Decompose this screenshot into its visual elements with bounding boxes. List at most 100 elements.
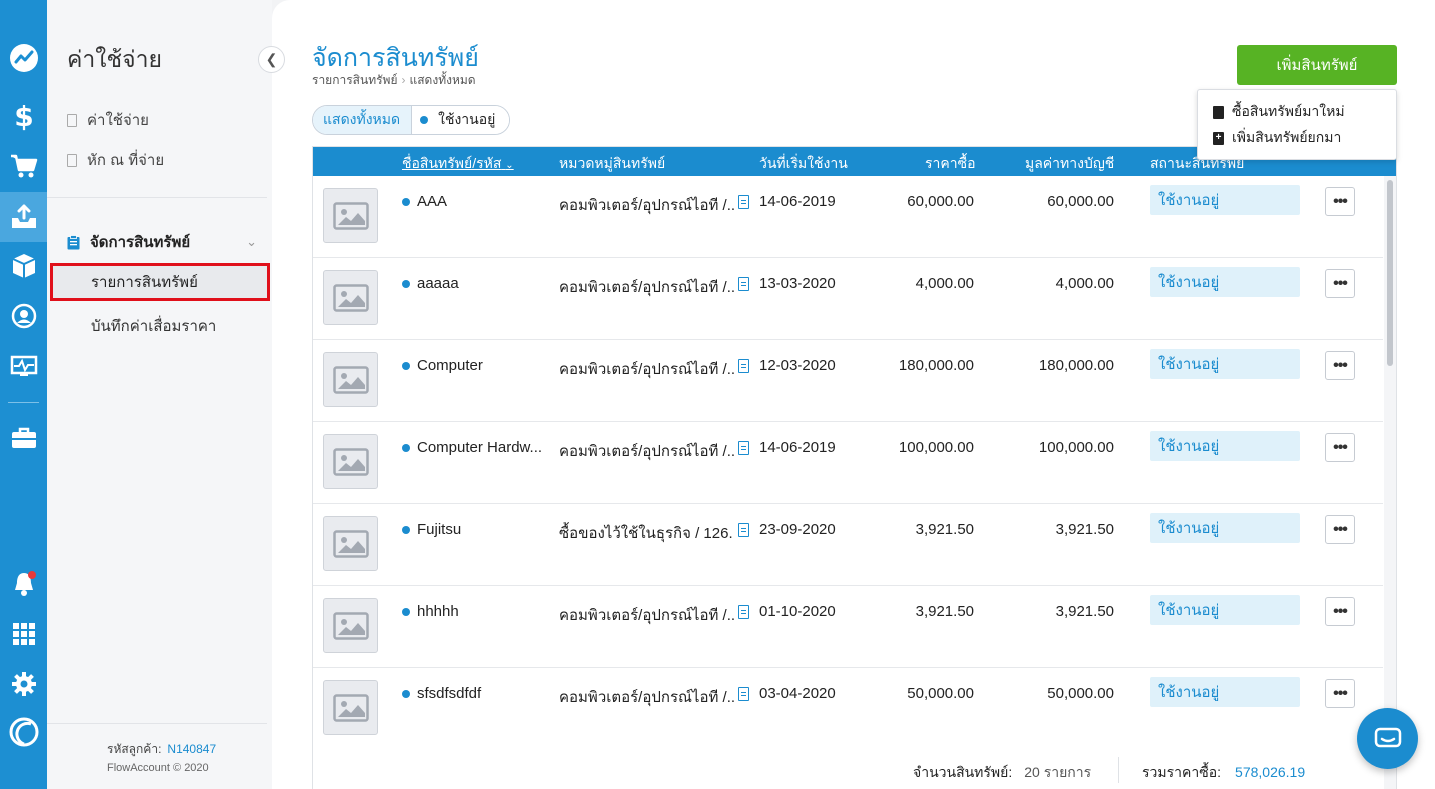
copyright: FlowAccount © 2020 — [107, 762, 209, 774]
asset-category: คอมพิวเตอร์/อุปกรณ์ไอที /... — [559, 197, 734, 214]
start-date: 14-06-2019 — [759, 193, 836, 210]
tray-upload-icon[interactable] — [0, 192, 47, 242]
column-header-price: ราคาซื้อ — [925, 155, 976, 171]
total-price: รวมราคาซื้อ: 578,026.19 — [1142, 762, 1305, 784]
document-icon — [67, 113, 77, 127]
asset-name[interactable]: Computer — [402, 357, 483, 374]
asset-name[interactable]: sfsdfsdfdf — [402, 685, 481, 702]
book-value: 4,000.00 — [1055, 275, 1114, 292]
menu-item-add-carried-asset[interactable]: + เพิ่มสินทรัพย์ยกมา — [1198, 125, 1396, 151]
more-actions-button[interactable]: ••• — [1325, 187, 1355, 216]
status-filter: แสดงทั้งหมด ใช้งานอยู่ — [312, 105, 511, 135]
flowaccount-logo-icon[interactable] — [0, 707, 47, 757]
filter-all[interactable]: แสดงทั้งหมด — [313, 106, 413, 134]
filter-active[interactable]: ใช้งานอยู่ — [412, 106, 510, 134]
scrollbar-thumb[interactable] — [1387, 180, 1393, 366]
icon-rail: $ — [0, 0, 47, 789]
gear-icon[interactable] — [0, 659, 47, 709]
ellipsis-icon: ••• — [1333, 192, 1348, 210]
table-row[interactable]: sfsdfsdfdf คอมพิวเตอร์/อุปกรณ์ไอที /... 03… — [313, 668, 1383, 750]
asset-name-text: Computer — [417, 357, 483, 374]
asset-name-text: hhhhh — [417, 603, 459, 620]
menu-item-label: เพิ่มสินทรัพย์ยกมา — [1232, 129, 1342, 145]
sidebar-link-withholding[interactable]: หัก ณ ที่จ่าย — [67, 148, 164, 172]
column-header-name[interactable]: ชื่อสินทรัพย์/รหัส ⌄ — [402, 153, 514, 175]
asset-name-text: Computer Hardw... — [417, 439, 543, 456]
document-icon — [1213, 105, 1224, 119]
chevron-down-icon: ⌄ — [246, 234, 257, 249]
pulse-monitor-icon[interactable] — [0, 341, 47, 391]
document-icon[interactable] — [738, 359, 749, 373]
ellipsis-icon: ••• — [1333, 356, 1348, 374]
sidebar-item-asset-list[interactable]: รายการสินทรัพย์ — [50, 263, 270, 301]
more-actions-button[interactable]: ••• — [1325, 269, 1355, 298]
asset-name[interactable]: Fujitsu — [402, 521, 461, 538]
status-dot — [402, 361, 410, 370]
table-row[interactable]: Computer Hardw... คอมพิวเตอร์/อุปกรณ์ไอที… — [313, 422, 1383, 504]
asset-name[interactable]: Computer Hardw... — [402, 439, 542, 456]
image-placeholder-icon — [323, 270, 378, 325]
start-date: 14-06-2019 — [759, 439, 836, 456]
table-row[interactable]: aaaaa คอมพิวเตอร์/อุปกรณ์ไอที /... 13-03-2… — [313, 258, 1383, 340]
briefcase-icon[interactable] — [0, 413, 47, 463]
filter-active-label: ใช้งานอยู่ — [438, 111, 496, 127]
cart-icon[interactable] — [0, 141, 47, 191]
more-actions-button[interactable]: ••• — [1325, 351, 1355, 380]
contact-icon[interactable] — [0, 291, 47, 341]
sidebar-link-expense[interactable]: ค่าใช้จ่าย — [67, 108, 149, 132]
status-badge: ใช้งานอยู่ — [1150, 513, 1300, 543]
total-price-label: รวมราคาซื้อ: — [1142, 764, 1222, 780]
document-icon[interactable] — [738, 605, 749, 619]
bell-icon[interactable] — [0, 559, 47, 609]
more-actions-button[interactable]: ••• — [1325, 597, 1355, 626]
asset-category: คอมพิวเตอร์/อุปกรณ์ไอที /... — [559, 443, 734, 460]
asset-name[interactable]: hhhhh — [402, 603, 459, 620]
document-icon[interactable] — [738, 441, 749, 455]
sidebar-group-label: จัดการสินทรัพย์ — [90, 234, 191, 251]
document-icon[interactable] — [738, 523, 749, 537]
box-icon[interactable] — [0, 241, 47, 291]
table-row[interactable]: AAA คอมพิวเตอร์/อุปกรณ์ไอที /... 14-06-201… — [313, 176, 1383, 258]
menu-item-label: ซื้อสินทรัพย์มาใหม่ — [1232, 103, 1345, 119]
ellipsis-icon: ••• — [1333, 438, 1348, 456]
column-header-label: ชื่อสินทรัพย์/รหัส — [402, 155, 502, 171]
asset-category: คอมพิวเตอร์/อุปกรณ์ไอที /... — [559, 689, 734, 706]
status-dot — [402, 525, 410, 534]
more-actions-button[interactable]: ••• — [1325, 679, 1355, 708]
dollar-icon[interactable]: $ — [0, 91, 47, 141]
asset-name[interactable]: AAA — [402, 193, 447, 210]
document-icon[interactable] — [738, 277, 749, 291]
apps-grid-icon[interactable] — [0, 609, 47, 659]
collapse-sidebar-button[interactable]: ❮ — [258, 46, 285, 73]
sidebar-title: ค่าใช้จ่าย — [67, 46, 163, 72]
table-row[interactable]: hhhhh คอมพิวเตอร์/อุปกรณ์ไอที /... 01-10-2… — [313, 586, 1383, 668]
image-placeholder-icon — [323, 680, 378, 735]
chat-button[interactable] — [1357, 708, 1418, 769]
book-value: 180,000.00 — [1038, 357, 1114, 374]
start-date: 03-04-2020 — [759, 685, 836, 702]
status-dot — [402, 607, 410, 616]
purchase-price: 3,921.50 — [915, 603, 974, 620]
menu-item-buy-new-asset[interactable]: ซื้อสินทรัพย์มาใหม่ — [1198, 99, 1396, 125]
status-dot — [402, 443, 410, 452]
more-actions-button[interactable]: ••• — [1325, 515, 1355, 544]
purchase-price: 100,000.00 — [898, 439, 974, 456]
add-asset-button[interactable]: เพิ่มสินทรัพย์ — [1237, 45, 1397, 85]
document-icon[interactable] — [738, 687, 749, 701]
status-dot — [402, 197, 410, 206]
asset-name[interactable]: aaaaa — [402, 275, 459, 292]
breadcrumb-item[interactable]: รายการสินทรัพย์ — [312, 73, 398, 87]
sidebar-divider — [47, 197, 267, 198]
sidebar-item-depreciation[interactable]: บันทึกค่าเสื่อมราคา — [91, 314, 216, 338]
more-actions-button[interactable]: ••• — [1325, 433, 1355, 462]
trend-icon[interactable] — [0, 33, 47, 83]
document-icon[interactable] — [738, 195, 749, 209]
sidebar-link-label: หัก ณ ที่จ่าย — [87, 152, 165, 169]
table-row[interactable]: Computer คอมพิวเตอร์/อุปกรณ์ไอที /... 12-0… — [313, 340, 1383, 422]
table-row[interactable]: Fujitsu ซื้อของไว้ใช้ในธุรกิจ / 126... 23-… — [313, 504, 1383, 586]
sidebar-group-asset-management[interactable]: จัดการสินทรัพย์ ⌄ — [67, 230, 257, 254]
add-asset-dropdown: ซื้อสินทรัพย์มาใหม่ + เพิ่มสินทรัพย์ยกมา — [1197, 89, 1397, 160]
customer-id-label: รหัสลูกค้า: — [107, 742, 162, 756]
image-placeholder-icon — [323, 598, 378, 653]
book-value: 50,000.00 — [1047, 685, 1114, 702]
